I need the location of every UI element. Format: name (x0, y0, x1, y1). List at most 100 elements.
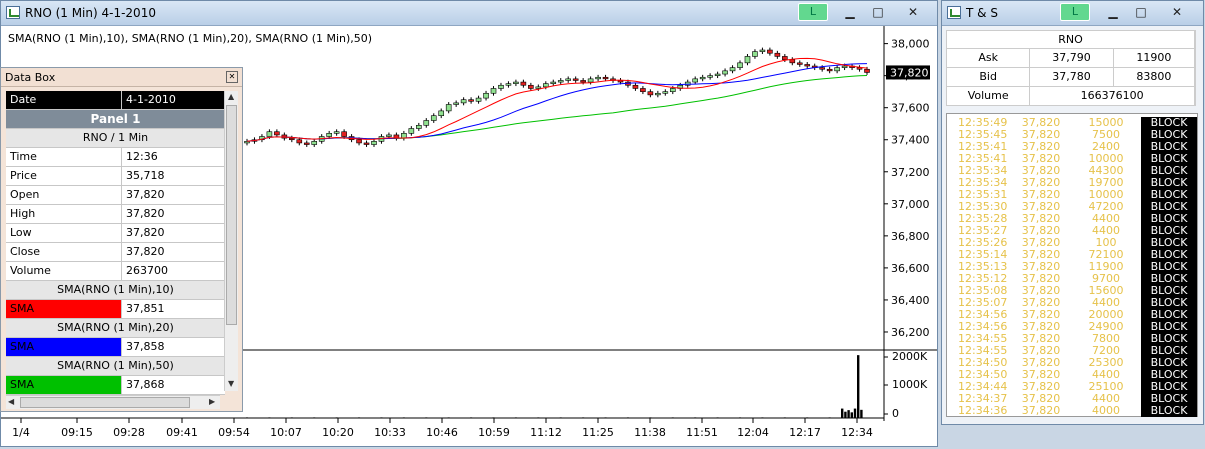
candle-body (266, 131, 273, 137)
scroll-left-icon[interactable]: ◀ (8, 397, 14, 406)
sma-row: SMA 37,851 (6, 300, 225, 319)
time-tick-label: 09:15 (61, 426, 93, 439)
time-tick-label: 10:33 (374, 426, 406, 439)
time-tick-label: 10:07 (270, 426, 302, 439)
vertical-scrollbar[interactable]: ▲ ▼ (224, 91, 238, 391)
date-label: Date (6, 91, 122, 109)
volume-bar (716, 417, 719, 418)
row-value: 12:36 (122, 148, 225, 166)
candle-body (714, 73, 721, 76)
link-button[interactable]: L (798, 3, 828, 21)
ask-size: 11900 (1114, 49, 1195, 67)
candle-body (505, 83, 512, 86)
close-icon[interactable]: ✕ (1166, 4, 1188, 20)
candle-body (513, 81, 519, 84)
candle-body (819, 67, 825, 70)
price-tick-label: 37,400 (891, 134, 930, 147)
scroll-thumb[interactable] (20, 397, 190, 408)
chart-titlebar[interactable]: RNO (1 Min) 4-1-2010 L ▁ □ ✕ (1, 1, 937, 26)
minimize-icon[interactable]: ▁ (1102, 4, 1124, 20)
volume-bar (537, 417, 540, 418)
candle-body (572, 78, 579, 81)
chart-icon (6, 6, 20, 19)
row-label: Open (6, 186, 122, 204)
chart-title: RNO (1 Min) 4-1-2010 (25, 6, 156, 20)
time-tick-label: 11:38 (634, 426, 666, 439)
series-header: RNO / 1 Min (6, 129, 225, 148)
candle-body (333, 131, 340, 134)
row-label: Low (6, 224, 122, 242)
time-tick-label: 11:12 (530, 426, 562, 439)
volume-bar (806, 417, 809, 418)
candle-body (647, 91, 654, 96)
data-box-row: Time 12:36 (6, 148, 225, 167)
close-icon[interactable]: ✕ (902, 4, 924, 20)
data-box-table: Date 4-1-2010 Panel 1 RNO / 1 Min Time 12… (6, 91, 225, 395)
candle-body (356, 139, 362, 144)
candle-body (587, 78, 594, 83)
row-value: 35,718 (122, 167, 225, 185)
candle-body (804, 64, 811, 67)
ts-titlebar[interactable]: T & S L ▁ □ ✕ (942, 1, 1203, 26)
volume-bar (841, 408, 844, 418)
trade-prints-list[interactable]: 12:35:49 37,820 15000 BLOCK 12:35:45 37,820 75… (946, 113, 1198, 417)
row-label: Price (6, 167, 122, 185)
volume-row: Volume 166376100 (946, 87, 1196, 106)
scroll-thumb[interactable] (226, 105, 237, 325)
volume-bar (335, 417, 338, 418)
bid-size: 83800 (1114, 68, 1195, 86)
last-price-label: 37,820 (890, 66, 929, 79)
candle-body (774, 52, 781, 57)
candle-body (864, 68, 870, 73)
candle-body (737, 62, 743, 68)
candle-body (565, 78, 572, 81)
volume-bar (860, 409, 863, 418)
maximize-icon[interactable]: □ (1130, 4, 1152, 20)
candle-body (595, 76, 601, 80)
candle-body (580, 80, 586, 83)
data-box-row: Open 37,820 (6, 186, 225, 205)
candle-body (408, 128, 415, 134)
minimize-icon[interactable]: ▁ (839, 4, 861, 20)
volume-bar (828, 417, 831, 418)
horizontal-scrollbar[interactable]: ◀ ▶ (6, 395, 220, 409)
sma-header: SMA(RNO (1 Min),10) (6, 281, 225, 300)
ts-title: T & S (966, 6, 998, 20)
volume-bar (470, 417, 473, 418)
close-icon[interactable]: ✕ (226, 71, 238, 83)
volume-bar (380, 417, 383, 418)
volume-bar (649, 417, 652, 418)
candle-body (796, 62, 803, 65)
data-box-panel: Data Box ✕ Date 4-1-2010 Panel 1 RNO / 1… (0, 67, 243, 412)
maximize-icon[interactable]: □ (867, 4, 889, 20)
scroll-right-icon[interactable]: ▶ (209, 397, 215, 406)
sma-value: 37,851 (122, 300, 225, 318)
candle-body (326, 133, 332, 137)
volume-bar (358, 417, 361, 418)
candle-body (617, 80, 624, 83)
candle-body (386, 134, 392, 137)
trade-print-row: 12:34:36 37,820 4000 BLOCK (947, 405, 1197, 417)
row-label: Volume (6, 262, 122, 280)
link-button[interactable]: L (1060, 3, 1090, 21)
symbol-label: RNO (947, 31, 1195, 48)
candle-body (289, 137, 295, 141)
row-label: High (6, 205, 122, 223)
sma-value: 37,858 (122, 338, 225, 356)
sma-header: SMA(RNO (1 Min),20) (6, 319, 225, 338)
candle-body (445, 104, 452, 112)
scroll-up-icon[interactable]: ▲ (228, 92, 234, 101)
volume-bar (761, 417, 764, 418)
time-tick-label: 1/4 (12, 426, 30, 439)
volume-bar (425, 417, 428, 418)
data-box-titlebar[interactable]: Data Box ✕ (1, 68, 242, 87)
bid-row: Bid 37,780 83800 (946, 68, 1196, 87)
volume-bar (582, 417, 585, 418)
scroll-down-icon[interactable]: ▼ (228, 379, 234, 388)
candle-body (468, 99, 474, 102)
row-value: 37,820 (122, 224, 225, 242)
candle-body (722, 70, 728, 75)
candle-body (834, 67, 840, 72)
candle-body (826, 68, 833, 72)
volume-tick-label: 1000K (892, 378, 928, 391)
